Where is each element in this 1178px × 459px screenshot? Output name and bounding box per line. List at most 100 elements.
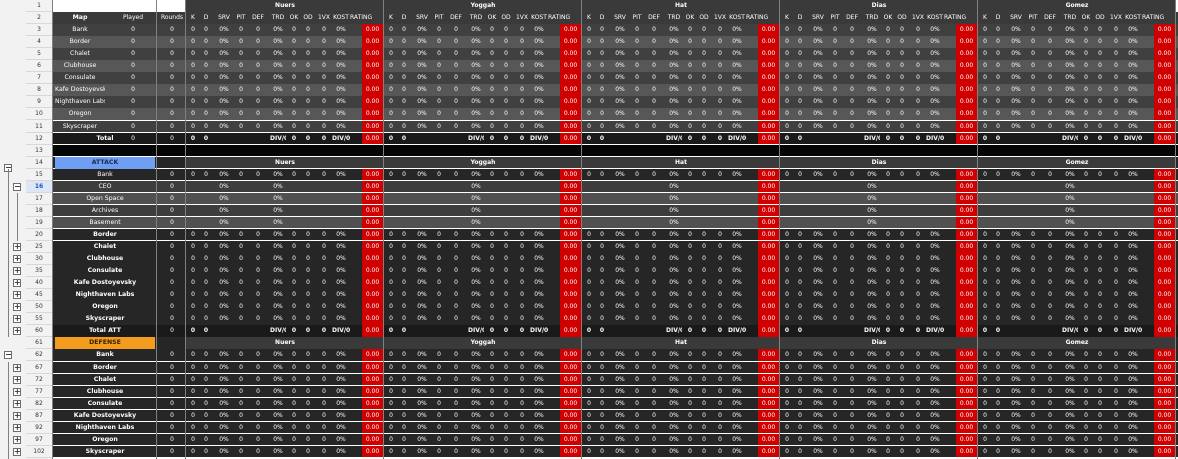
stat-cell[interactable]: 0 (596, 36, 608, 48)
stat-cell[interactable]: 0 (781, 96, 793, 108)
rating-cell[interactable]: 0.00 (758, 301, 779, 313)
stat-cell[interactable]: 0 (896, 229, 908, 241)
rounds-cell[interactable]: 0 (158, 349, 186, 361)
stat-cell[interactable]: 0 (712, 121, 728, 133)
stat-cell[interactable]: 0% (1124, 229, 1142, 241)
stat-cell[interactable]: 0 (882, 229, 894, 241)
rating-cell[interactable]: 0.00 (1154, 265, 1175, 277)
map-name-cell[interactable]: Skyscraper (55, 446, 155, 458)
stat-cell[interactable]: 0 (316, 434, 332, 446)
rating-cell[interactable]: 0.00 (1154, 228, 1175, 241)
stat-cell[interactable]: 0 (432, 108, 446, 120)
stat-cell[interactable]: 0% (666, 60, 682, 72)
stat-cell[interactable]: 0 (1094, 277, 1106, 289)
stat-cell[interactable]: 0% (666, 169, 682, 181)
stat-cell[interactable]: 0 (828, 313, 842, 325)
stat-cell[interactable]: 0 (979, 60, 991, 72)
rating-cell[interactable]: 0.00 (758, 385, 779, 398)
expand-map-toggle[interactable]: + (13, 423, 21, 432)
stat-cell[interactable]: 0% (1008, 24, 1024, 36)
stat-cell[interactable]: 0% (216, 349, 232, 361)
stat-cell[interactable]: 0 (1108, 84, 1124, 96)
stat-cell[interactable]: 0 (828, 241, 842, 253)
stat-cell[interactable]: 0 (514, 60, 530, 72)
stat-cell[interactable]: 0 (646, 24, 662, 36)
rating-cell[interactable]: 0.00 (1154, 24, 1175, 36)
rating-cell[interactable]: 0.00 (362, 373, 383, 386)
rating-cell[interactable]: 0.00 (1154, 253, 1175, 265)
stat-cell[interactable]: 0% (270, 410, 286, 422)
stat-cell[interactable]: 0 (646, 446, 662, 458)
stat-cell[interactable]: 0 (630, 277, 644, 289)
stat-cell[interactable]: 0 (828, 434, 842, 446)
stat-cell[interactable]: 0 (398, 241, 410, 253)
stat-cell[interactable]: 0% (1062, 362, 1078, 374)
rating-cell[interactable]: 0.00 (362, 385, 383, 398)
stat-cell[interactable]: 0 (794, 410, 806, 422)
expand-map-toggle[interactable]: + (13, 303, 21, 312)
stat-cell[interactable]: 0 (316, 241, 332, 253)
stat-cell[interactable]: 0 (646, 374, 662, 386)
rating-cell[interactable]: 0.00 (362, 24, 383, 36)
rating-cell[interactable]: 0.00 (758, 132, 779, 145)
stat-cell[interactable]: 0 (486, 374, 498, 386)
stat-cell[interactable]: 0% (1124, 48, 1142, 60)
rating-cell[interactable]: 0.00 (758, 445, 779, 458)
stat-cell[interactable]: DIV/0 (926, 133, 944, 145)
stat-cell[interactable]: DIV/0 (468, 325, 484, 337)
rating-cell[interactable]: 0.00 (560, 373, 581, 386)
stat-cell[interactable]: 0 (1042, 313, 1058, 325)
stat-cell[interactable]: 0% (612, 446, 628, 458)
stat-cell[interactable]: 0 (630, 121, 644, 133)
stat-cell[interactable]: 0 (630, 96, 644, 108)
stat-cell[interactable]: 0 (896, 169, 908, 181)
rating-cell[interactable]: 0.00 (560, 397, 581, 410)
stat-cell[interactable]: 0 (684, 301, 696, 313)
rounds-cell[interactable]: 0 (158, 313, 186, 325)
map-name-cell[interactable]: Nighthaven Labs (55, 422, 155, 434)
stat-cell[interactable]: 0 (979, 24, 991, 36)
stat-cell[interactable]: 0 (514, 325, 530, 337)
stat-cell[interactable]: 0 (596, 84, 608, 96)
stat-cell[interactable]: 0 (187, 398, 199, 410)
stat-cell[interactable]: 0% (1062, 24, 1078, 36)
stat-cell[interactable]: 0 (1108, 265, 1124, 277)
stat-cell[interactable]: 0 (288, 48, 300, 60)
stat-cell[interactable]: 0% (1124, 289, 1142, 301)
stat-cell[interactable]: 0 (979, 241, 991, 253)
stat-cell[interactable]: 0% (332, 229, 350, 241)
stat-cell[interactable]: 0 (302, 36, 314, 48)
row-number[interactable]: 16 (26, 180, 52, 193)
stat-cell[interactable]: 0 (1042, 434, 1058, 446)
stat-cell[interactable]: 0 (432, 301, 446, 313)
stat-cell[interactable]: 0 (583, 313, 595, 325)
stat-cell[interactable]: 0 (200, 410, 212, 422)
stat-cell[interactable]: 0 (514, 96, 530, 108)
stat-cell[interactable]: 0 (828, 108, 842, 120)
stat-cell[interactable]: 0 (828, 48, 842, 60)
stat-cell[interactable]: 0 (302, 229, 314, 241)
stat-cell[interactable]: 0 (844, 169, 860, 181)
stat-cell[interactable]: 0 (385, 325, 397, 337)
stat-cell[interactable]: 0% (530, 277, 548, 289)
stat-cell[interactable]: 0 (432, 313, 446, 325)
stat-cell[interactable]: 0 (234, 362, 248, 374)
stat-cell[interactable]: 0 (316, 48, 332, 60)
stat-cell[interactable]: 0 (698, 410, 710, 422)
stat-cell[interactable]: 0% (1124, 265, 1142, 277)
rating-cell[interactable]: 0.00 (362, 445, 383, 458)
stat-cell[interactable]: 0% (414, 169, 430, 181)
stat-cell[interactable]: 0 (250, 108, 266, 120)
stat-cell[interactable]: 0% (1008, 96, 1024, 108)
pct-cell[interactable]: 0% (666, 205, 682, 217)
stat-cell[interactable]: 0 (302, 265, 314, 277)
stat-cell[interactable]: 0 (596, 60, 608, 72)
stat-cell[interactable]: 0 (1094, 386, 1106, 398)
stat-cell[interactable]: 0% (864, 398, 880, 410)
stat-cell[interactable]: 0 (1042, 72, 1058, 84)
stat-cell[interactable]: 0 (432, 289, 446, 301)
stat-cell[interactable]: 0% (468, 96, 484, 108)
row-number[interactable]: 13 (26, 144, 52, 157)
rating-cell[interactable]: 0.00 (362, 204, 383, 217)
rounds-cell[interactable]: 0 (158, 60, 186, 72)
